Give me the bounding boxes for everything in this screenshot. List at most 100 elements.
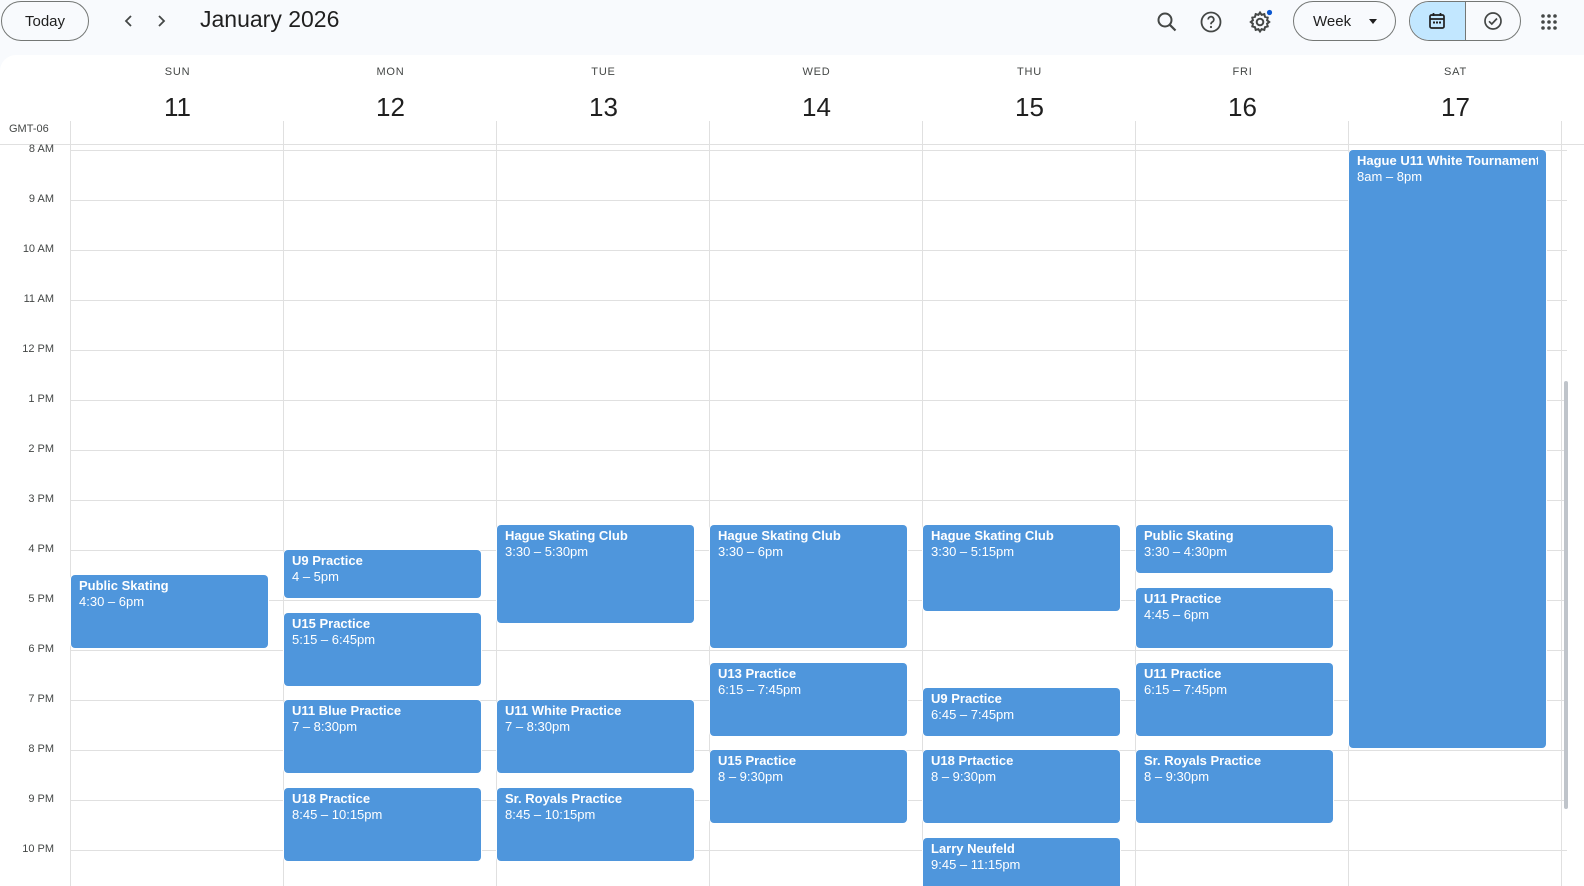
- calendar-event[interactable]: U18 Practice 8:45 – 10:15pm: [284, 787, 481, 861]
- settings-button[interactable]: [1244, 6, 1276, 38]
- hour-label: 6 PM: [28, 643, 54, 655]
- day-column-divider: [1561, 121, 1562, 886]
- event-time: 3:30 – 4:30pm: [1144, 544, 1228, 559]
- previous-week-button[interactable]: [116, 8, 142, 34]
- dropdown-caret-icon: [1369, 19, 1377, 24]
- event-title: Public Skating: [1144, 528, 1234, 543]
- event-time: 7 – 8:30pm: [505, 719, 571, 734]
- day-number[interactable]: 13: [497, 92, 710, 123]
- day-number[interactable]: 15: [923, 92, 1136, 123]
- day-of-week: SUN: [164, 66, 191, 78]
- day-header-sat[interactable]: SAT 17: [1349, 55, 1562, 125]
- calendar-event[interactable]: Sr. Royals Practice 8:45 – 10:15pm: [497, 787, 694, 861]
- event-time: 8 – 9:30pm: [718, 769, 784, 784]
- tasks-icon: [1483, 12, 1502, 30]
- event-time: 7 – 8:30pm: [292, 719, 358, 734]
- day-number[interactable]: 12: [284, 92, 497, 123]
- view-selector[interactable]: Week: [1293, 1, 1396, 41]
- day-number[interactable]: 16: [1136, 92, 1349, 123]
- calendar-event[interactable]: Hague Skating Club 3:30 – 5:15pm: [923, 525, 1120, 611]
- hour-label: 9 AM: [28, 193, 54, 205]
- calendar-event[interactable]: U13 Practice 6:15 – 7:45pm: [710, 662, 907, 736]
- day-number[interactable]: 17: [1349, 92, 1562, 123]
- event-title: Public Skating: [79, 578, 169, 593]
- day-number[interactable]: 14: [710, 92, 923, 123]
- event-time: 3:30 – 5:30pm: [505, 544, 589, 559]
- calendar-event[interactable]: Hague U11 White Tournament 8am – 8pm: [1349, 150, 1546, 748]
- tasks-view-button[interactable]: [1466, 2, 1521, 40]
- calendar-event[interactable]: U18 Prtactice 8 – 9:30pm: [923, 750, 1120, 823]
- hour-label: 2 PM: [28, 443, 54, 455]
- event-time: 6:15 – 7:45pm: [718, 681, 802, 697]
- calendar-event[interactable]: U15 Practice 5:15 – 6:45pm: [284, 612, 481, 686]
- hour-label: 1 PM: [28, 393, 54, 405]
- day-header-tue[interactable]: TUE 13: [497, 55, 710, 125]
- search-button[interactable]: [1151, 6, 1183, 38]
- calendar-event[interactable]: Public Skating 4:30 – 6pm: [71, 575, 268, 648]
- day-header-sun[interactable]: SUN 11: [71, 55, 284, 125]
- calendar-event[interactable]: U11 Blue Practice 7 – 8:30pm: [284, 700, 481, 773]
- calendar-tasks-toggle: [1409, 1, 1521, 41]
- next-week-button[interactable]: [148, 8, 174, 34]
- hour-gridline: [71, 500, 1567, 501]
- calendar-event[interactable]: Public Skating 3:30 – 4:30pm: [1136, 525, 1333, 573]
- calendar-event[interactable]: U15 Practice 8 – 9:30pm: [710, 750, 907, 823]
- calendar-event[interactable]: U9 Practice 6:45 – 7:45pm: [923, 687, 1120, 736]
- day-header-wed[interactable]: WED 14: [710, 55, 923, 125]
- event-time: 4:30 – 6pm: [79, 594, 145, 609]
- calendar-event[interactable]: Larry Neufeld 9:45 – 11:15pm: [923, 837, 1120, 886]
- chevron-left-icon: [124, 15, 132, 27]
- event-title: U18 Prtactice: [931, 753, 1014, 768]
- calendar-event[interactable]: Hague Skating Club 3:30 – 5:30pm: [497, 525, 694, 623]
- calendar-event[interactable]: Sr. Royals Practice 8 – 9:30pm: [1136, 750, 1333, 823]
- calendar-event[interactable]: U11 Practice 4:45 – 6pm: [1136, 587, 1333, 648]
- event-title: U9 Practice: [931, 690, 1002, 706]
- today-button[interactable]: Today: [1, 1, 89, 41]
- calendar-view-button[interactable]: [1410, 2, 1466, 40]
- hour-gridline: [71, 350, 1567, 351]
- chevron-right-icon: [158, 15, 166, 27]
- hour-gridline: [71, 450, 1567, 451]
- view-selector-label: Week: [1313, 12, 1352, 30]
- calendar-event[interactable]: U9 Practice 4 – 5pm: [284, 550, 481, 598]
- event-title: Larry Neufeld: [931, 840, 1015, 856]
- calendar-event[interactable]: U11 White Practice 7 – 8:30pm: [497, 700, 694, 773]
- day-number[interactable]: 11: [71, 92, 284, 123]
- help-icon: [1200, 11, 1222, 33]
- calendar-event[interactable]: Hague Skating Club 3:30 – 6pm: [710, 525, 907, 648]
- hour-label: 9 PM: [28, 793, 54, 805]
- event-time: 8:45 – 10:15pm: [292, 806, 383, 822]
- calendar-event[interactable]: U11 Practice 6:15 – 7:45pm: [1136, 662, 1333, 736]
- hour-label: 8 PM: [28, 743, 54, 755]
- hour-gridline: [71, 200, 1567, 201]
- help-button[interactable]: [1195, 6, 1227, 38]
- event-title: Hague Skating Club: [505, 528, 628, 543]
- hour-label: 8 AM: [28, 143, 54, 155]
- hour-gridline: [71, 250, 1567, 251]
- day-header-fri[interactable]: FRI 16: [1136, 55, 1349, 125]
- apps-button[interactable]: [1533, 6, 1565, 38]
- all-day-divider: [0, 144, 1584, 145]
- event-time: 8 – 9:30pm: [931, 769, 997, 784]
- event-title: U11 Practice: [1144, 665, 1222, 681]
- event-title: U15 Practice: [292, 615, 371, 631]
- event-title: Hague U11 White Tournament: [1357, 153, 1538, 168]
- settings-icon: [1249, 9, 1273, 34]
- day-of-week: SAT: [1444, 66, 1467, 78]
- day-header-mon[interactable]: MON 12: [284, 55, 497, 125]
- event-time: 6:45 – 7:45pm: [931, 706, 1015, 722]
- event-time: 8am – 8pm: [1357, 169, 1423, 184]
- event-title: Sr. Royals Practice: [1144, 753, 1262, 768]
- event-time: 9:45 – 11:15pm: [931, 856, 1021, 872]
- date-range-title: January 2026: [200, 6, 340, 32]
- event-time: 5:15 – 6:45pm: [292, 631, 376, 647]
- hour-gridline: [71, 300, 1567, 301]
- notification-dot: [1266, 9, 1273, 16]
- event-title: U11 Blue Practice: [292, 703, 402, 718]
- event-title: Hague Skating Club: [718, 528, 841, 543]
- hour-label: 7 PM: [28, 693, 54, 705]
- day-header-thu[interactable]: THU 15: [923, 55, 1136, 125]
- apps-grid-icon: [1541, 14, 1557, 30]
- vertical-scrollbar[interactable]: [1564, 381, 1568, 809]
- day-of-week: FRI: [1232, 66, 1253, 78]
